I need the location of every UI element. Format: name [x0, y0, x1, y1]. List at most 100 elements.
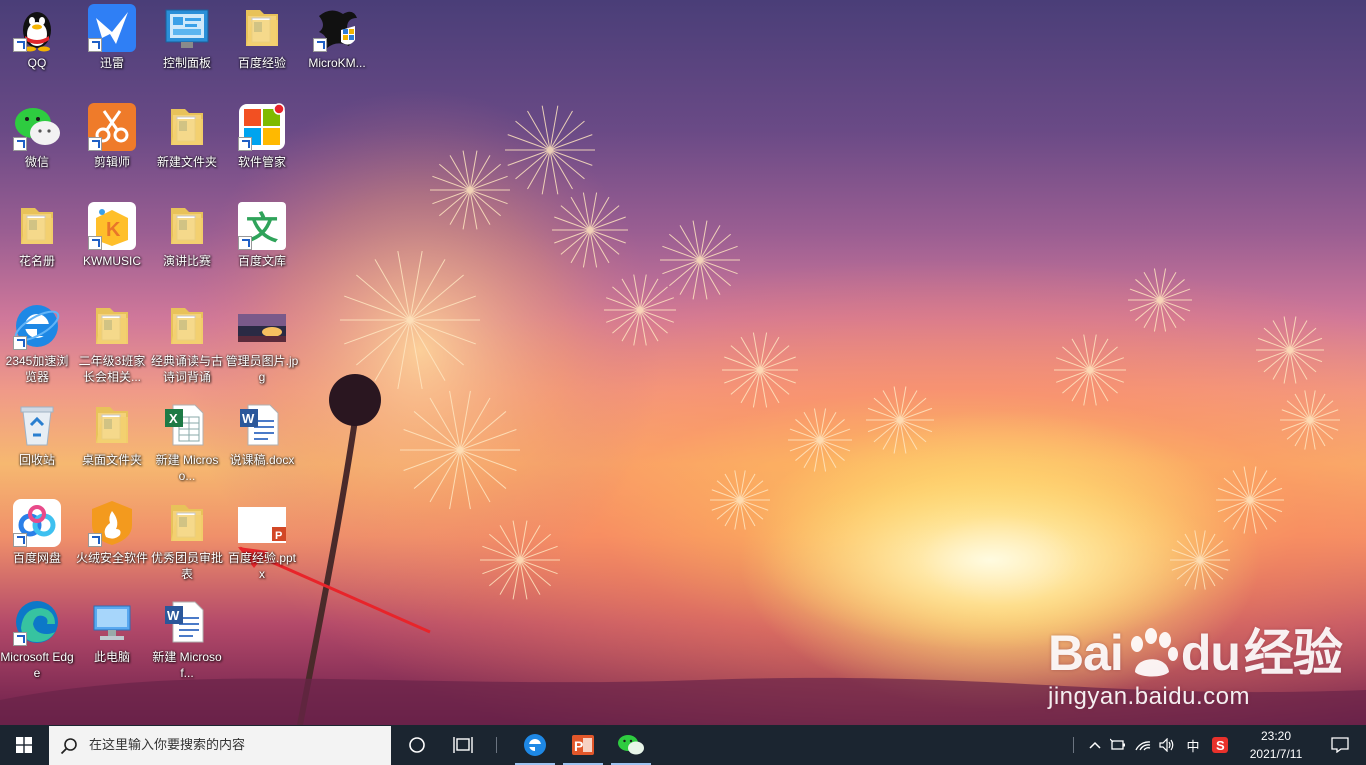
notification-icon	[1331, 737, 1349, 753]
clock[interactable]: 23:20 2021/7/11	[1236, 725, 1316, 765]
desktop-icon[interactable]: 百度网盘	[0, 499, 74, 566]
ime-indicator[interactable]: 中	[1180, 725, 1206, 765]
battery-status[interactable]	[1108, 725, 1130, 765]
desktop-icon-label: 优秀团员审批表	[150, 551, 223, 581]
desktop-icon-label: QQ	[27, 56, 47, 70]
folder-icon	[163, 202, 211, 250]
desktop-icon[interactable]: 火绒安全软件	[75, 499, 149, 566]
kwmusic-icon: K	[88, 202, 136, 250]
desktop-icon[interactable]: 演讲比赛	[150, 202, 224, 269]
desktop-icon-label: 管理员图片.jpg	[225, 354, 299, 384]
desktop-icon-label: 控制面板	[162, 56, 211, 70]
desktop-icon-label: 火绒安全软件	[75, 551, 148, 565]
shortcut-arrow-icon	[13, 336, 27, 350]
search-input[interactable]	[89, 738, 379, 753]
taskbar-app-wechat[interactable]	[607, 725, 655, 765]
desktop-icon[interactable]: 二年级3班家长会相关...	[75, 302, 149, 385]
shortcut-arrow-icon	[238, 236, 252, 250]
speaker-icon	[1159, 738, 1174, 752]
svg-text:X: X	[169, 411, 178, 426]
desktop-icon[interactable]: X 新建 Microso...	[150, 401, 224, 484]
volume-control[interactable]	[1156, 725, 1178, 765]
powerpoint-icon: P	[572, 735, 594, 755]
desktop-icon[interactable]: 剪辑师	[75, 103, 149, 170]
sogou-input-button[interactable]: S	[1208, 725, 1232, 765]
svg-text:S: S	[1216, 738, 1225, 753]
desktop-icon[interactable]: 回收站	[0, 401, 74, 468]
desktop-icon[interactable]: 微信	[0, 103, 74, 170]
svg-text:P: P	[275, 530, 282, 542]
svg-text:K: K	[106, 219, 121, 241]
taskbar-separator	[496, 737, 497, 753]
svg-text:W: W	[167, 608, 180, 623]
desktop-icon[interactable]: 迅雷	[75, 4, 149, 71]
desktop-icon[interactable]: W 说课稿.docx	[225, 401, 299, 468]
desktop-icon[interactable]: 经典诵读与古诗词背诵	[150, 302, 224, 385]
wifi-status[interactable]	[1132, 725, 1154, 765]
desktop-icon[interactable]: 文百度文库	[225, 202, 299, 269]
desktop-icon-label: 花名册	[18, 254, 55, 268]
shortcut-arrow-icon	[13, 533, 27, 547]
windows-logo-icon	[16, 737, 32, 753]
desktop-icon[interactable]: 百度经验	[225, 4, 299, 71]
show-hidden-icons-button[interactable]	[1084, 725, 1106, 765]
clock-date: 2021/7/11	[1249, 747, 1303, 761]
desktop-icon[interactable]: QQ	[0, 4, 74, 71]
desktop-icon[interactable]: 此电脑	[75, 598, 149, 665]
desktop-icon[interactable]: Microsoft Edge	[0, 598, 74, 681]
chevron-up-icon	[1089, 741, 1101, 749]
desktop-icon[interactable]: 新建文件夹	[150, 103, 224, 170]
desktop-icon-label: KWMUSIC	[83, 254, 141, 268]
desktop-icon[interactable]: 优秀团员审批表	[150, 499, 224, 582]
excel-file-icon: X	[163, 401, 211, 449]
edge-icon	[13, 598, 61, 646]
image-file-icon	[238, 302, 286, 350]
taskbar-app-browser[interactable]	[511, 725, 559, 765]
desktop-icon[interactable]: 2345加速浏览器	[0, 302, 74, 385]
taskbar-app-powerpoint[interactable]: P	[559, 725, 607, 765]
desktop-icon-label: 此电脑	[93, 650, 130, 664]
cortana-circle-icon	[409, 737, 425, 753]
desktop-icon-label: 新建文件夹	[156, 155, 217, 169]
desktop-icon-label: 迅雷	[99, 56, 124, 70]
desktop-icon[interactable]: P 百度经验.pptx	[225, 499, 299, 582]
desktop-icon[interactable]: 桌面文件夹	[75, 401, 149, 468]
folder-icon	[238, 4, 286, 52]
desktop-icon[interactable]: 软件管家	[225, 103, 299, 170]
baidu-wenku-icon: 文	[238, 202, 286, 250]
shortcut-arrow-icon	[13, 38, 27, 52]
svg-text:W: W	[242, 411, 255, 426]
desktop-icon[interactable]: 管理员图片.jpg	[225, 302, 299, 385]
dragon-shield-icon	[313, 4, 361, 52]
ie-browser-icon	[524, 734, 546, 756]
cortana-button[interactable]	[396, 725, 438, 765]
start-button[interactable]	[0, 725, 48, 765]
folder-icon	[88, 401, 136, 449]
desktop-icon[interactable]: 花名册	[0, 202, 74, 269]
scissors-icon	[88, 103, 136, 151]
svg-text:P: P	[574, 738, 583, 754]
taskbar-search-box[interactable]	[49, 726, 391, 765]
task-view-button[interactable]	[442, 725, 484, 765]
desktop-icon[interactable]: K KWMUSIC	[75, 202, 149, 269]
desktop-icon-label: 回收站	[18, 453, 55, 467]
desktop-icon-label: MicroKM...	[308, 56, 366, 70]
desktop-icon-label: 软件管家	[237, 155, 286, 169]
desktop-icon[interactable]: MicroKM...	[300, 4, 374, 71]
watermark-brand-cn: 经验	[1243, 625, 1343, 681]
taskbar: P	[0, 725, 1366, 765]
action-center-button[interactable]	[1322, 725, 1358, 765]
desktop-icon-label: 二年级3班家长会相关...	[78, 354, 146, 384]
clock-time: 23:20	[1260, 729, 1292, 743]
desktop-icon-label: 微信	[24, 155, 49, 169]
desktop-icon[interactable]: 控制面板	[150, 4, 224, 71]
ie-browser-icon	[13, 302, 61, 350]
desktop-icon[interactable]: W 新建 Microsof...	[150, 598, 224, 681]
desktop-icon-label: 剪辑师	[93, 155, 130, 169]
word-file-icon: W	[163, 598, 211, 646]
software-manager-icon	[238, 103, 286, 151]
desktop-icon-label: 2345加速浏览器	[5, 354, 69, 384]
recycle-bin-icon	[13, 401, 61, 449]
folder-icon	[163, 499, 211, 547]
shortcut-arrow-icon	[13, 137, 27, 151]
